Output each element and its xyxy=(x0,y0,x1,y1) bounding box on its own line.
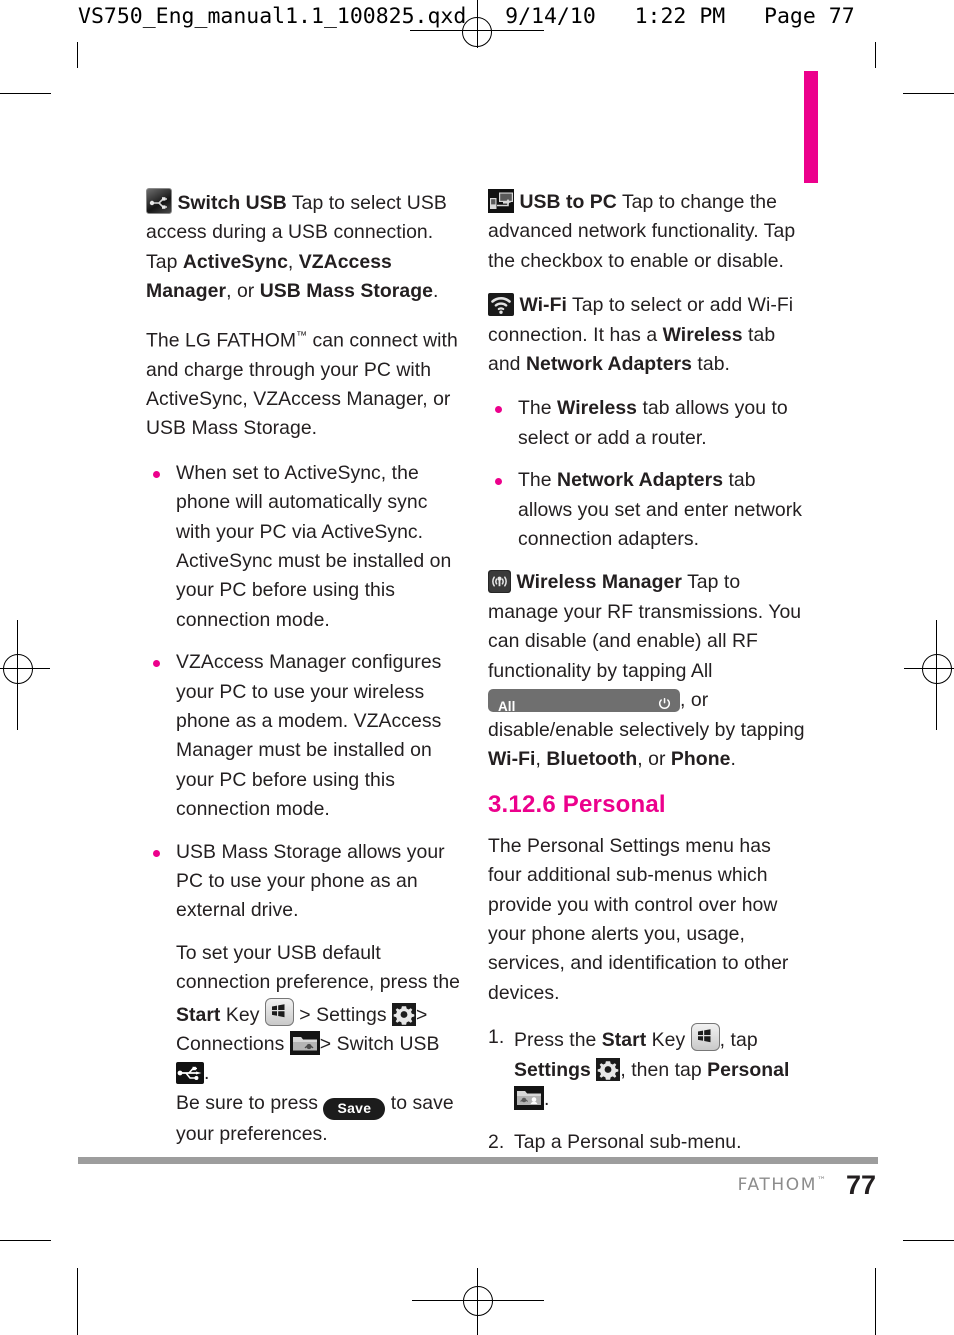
switch-usb-bold-activesync: ActiveSync xyxy=(182,250,288,273)
list-item: When set to ActiveSync, the phone will a… xyxy=(146,459,464,635)
list-item: The Wireless tab allows you to select or… xyxy=(488,394,806,453)
crop-mark-bottom-right-v xyxy=(875,1268,876,1335)
power-icon xyxy=(657,692,672,710)
start-key-icon xyxy=(690,1023,720,1052)
list-item: Tap a Personal sub-menu. xyxy=(488,1128,806,1158)
start-key-icon xyxy=(264,997,294,1026)
usb-default-line-1: To set your USB default connection prefe… xyxy=(176,941,461,994)
switch-usb-paragraph: Switch USB Tap to select USB access duri… xyxy=(146,188,464,307)
step-1-bold-start: Start xyxy=(601,1029,647,1052)
fathom-connect-paragraph: The LG FATHOM™ can connect with and char… xyxy=(146,322,464,444)
right-text-column: USB to PC Tap to change the advanced net… xyxy=(488,188,806,1172)
wifi-paragraph: Wi-Fi Tap to select or add Wi-Fi connect… xyxy=(488,291,806,379)
personal-folder-icon xyxy=(514,1085,544,1110)
footer-brand-tm: ™ xyxy=(817,1176,826,1186)
bullet-text-massstorage: USB Mass Storage allows your PC to use y… xyxy=(176,840,445,922)
registration-mark-right xyxy=(890,620,954,730)
wireless-manager-bold-phone: Phone xyxy=(670,747,731,770)
step-1-bold-personal: Personal xyxy=(707,1058,790,1081)
personal-steps-list: Press the Start Key , tap Settings , the… xyxy=(488,1023,806,1158)
left-bullet-list: When set to ActiveSync, the phone will a… xyxy=(146,459,464,1150)
switch-usb-bold-massstorage: USB Mass Storage xyxy=(259,280,433,303)
print-slug-line: VS750_Eng_manual1.1_100825.qxd 9/14/10 1… xyxy=(78,4,855,29)
list-item: VZAccess Manager configures your PC to u… xyxy=(146,648,464,824)
settings-gear-icon xyxy=(392,1002,417,1026)
step-1-pre: Press the xyxy=(514,1029,602,1052)
bullet-text-activesync: When set to ActiveSync, the phone will a… xyxy=(176,461,452,631)
usb-to-pc-title: USB to PC xyxy=(519,191,617,213)
usb-default-sep-3: > Switch USB xyxy=(319,1033,440,1056)
bullet-pre-adapters: The xyxy=(518,469,558,492)
switch-usb-icon xyxy=(146,188,172,214)
step-1-post: . xyxy=(544,1087,550,1110)
registration-mark-left xyxy=(0,620,64,730)
wireless-manager-title: Wireless Manager xyxy=(516,571,682,594)
wifi-bold-network-adapters: Network Adapters xyxy=(525,353,692,376)
wifi-body-3: tab. xyxy=(691,353,730,376)
usb-default-line-3: Be sure to press xyxy=(176,1091,324,1114)
crop-mark-bottom-right-h xyxy=(903,1240,954,1241)
chapter-color-tab xyxy=(804,71,818,183)
bullet-text-vzaccess: VZAccess Manager configures your PC to u… xyxy=(176,651,442,821)
switch-usb-sep-2: , or xyxy=(226,280,260,303)
step-2-text: Tap a Personal sub-menu. xyxy=(514,1131,742,1154)
usb-default-paragraph: To set your USB default connection prefe… xyxy=(176,939,464,1149)
crop-mark-bottom-left-h xyxy=(0,1240,51,1241)
wifi-icon xyxy=(488,293,514,317)
wifi-bullet-list: The Wireless tab allows you to select or… xyxy=(488,394,806,554)
settings-gear-icon xyxy=(596,1057,621,1081)
bullet-bold-wireless: Wireless xyxy=(557,397,638,420)
footer-rule xyxy=(78,1157,878,1164)
crop-mark-top-left-h xyxy=(0,93,51,94)
wifi-bold-wireless: Wireless xyxy=(662,323,743,346)
crop-mark-bottom-left-v xyxy=(77,1268,78,1335)
step-1-mid-1: Key xyxy=(646,1029,691,1052)
switch-usb-sep-1: , xyxy=(287,250,299,273)
registration-mark-bottom xyxy=(412,1268,544,1335)
wireless-manager-sep-2: , or xyxy=(637,747,671,770)
section-heading-personal: 3.12.6 Personal xyxy=(488,791,666,819)
wireless-manager-paragraph: Wireless Manager Tap to manage your RF t… xyxy=(488,568,806,774)
all-toggle-label: All xyxy=(498,699,516,715)
bullet-pre-wireless: The xyxy=(518,397,558,420)
step-1-mid-2: , tap xyxy=(719,1029,758,1052)
usb-to-pc-paragraph: USB to PC Tap to change the advanced net… xyxy=(488,188,806,276)
usb-default-sep-4: . xyxy=(204,1062,210,1085)
footer-brand-text: FATHOM xyxy=(737,1175,817,1195)
step-1-mid-3: , then tap xyxy=(620,1058,708,1081)
personal-intro-paragraph: The Personal Settings menu has four addi… xyxy=(488,834,789,1004)
usb-default-bold-start: Start xyxy=(176,1003,221,1026)
wireless-manager-bold-bluetooth: Bluetooth xyxy=(546,747,638,770)
footer-brand: FATHOM™ xyxy=(738,1175,826,1195)
bullet-bold-adapters: Network Adapters xyxy=(557,469,724,492)
usb-default-line-2: Key xyxy=(220,1003,265,1026)
switch-usb-title: Switch USB xyxy=(177,192,287,214)
usb-default-sep-1: > Settings xyxy=(293,1003,393,1026)
connections-folder-icon xyxy=(289,1031,320,1056)
switch-usb-sep-3: . xyxy=(432,280,439,303)
all-toggle-bar[interactable]: All xyxy=(488,689,680,714)
wireless-manager-sep-3: . xyxy=(730,747,736,770)
crop-mark-top-right-v xyxy=(875,42,876,68)
list-item: USB Mass Storage allows your PC to use y… xyxy=(146,838,464,1150)
wireless-manager-icon xyxy=(488,570,511,594)
crop-mark-top-left-v xyxy=(77,42,78,68)
manual-page: VS750_Eng_manual1.1_100825.qxd 9/14/10 1… xyxy=(0,0,954,1335)
fathom-text-part-1: The LG FATHOM xyxy=(146,329,297,352)
wireless-manager-sep-1: , xyxy=(535,747,547,770)
save-button[interactable]: Save xyxy=(323,1097,386,1120)
list-item: Press the Start Key , tap Settings , the… xyxy=(488,1023,806,1114)
trademark-symbol: ™ xyxy=(296,329,308,342)
usb-plug-icon xyxy=(176,1062,204,1085)
left-text-column: Switch USB Tap to select USB access duri… xyxy=(146,188,464,1163)
wireless-manager-bold-wifi: Wi-Fi xyxy=(488,747,536,770)
page-number: 77 xyxy=(845,1170,876,1200)
crop-mark-top-right-h xyxy=(903,93,954,94)
usb-to-pc-icon xyxy=(488,189,514,213)
list-item: The Network Adapters tab allows you set … xyxy=(488,466,806,554)
wifi-title: Wi-Fi xyxy=(519,294,567,317)
step-1-bold-settings: Settings xyxy=(514,1058,591,1081)
